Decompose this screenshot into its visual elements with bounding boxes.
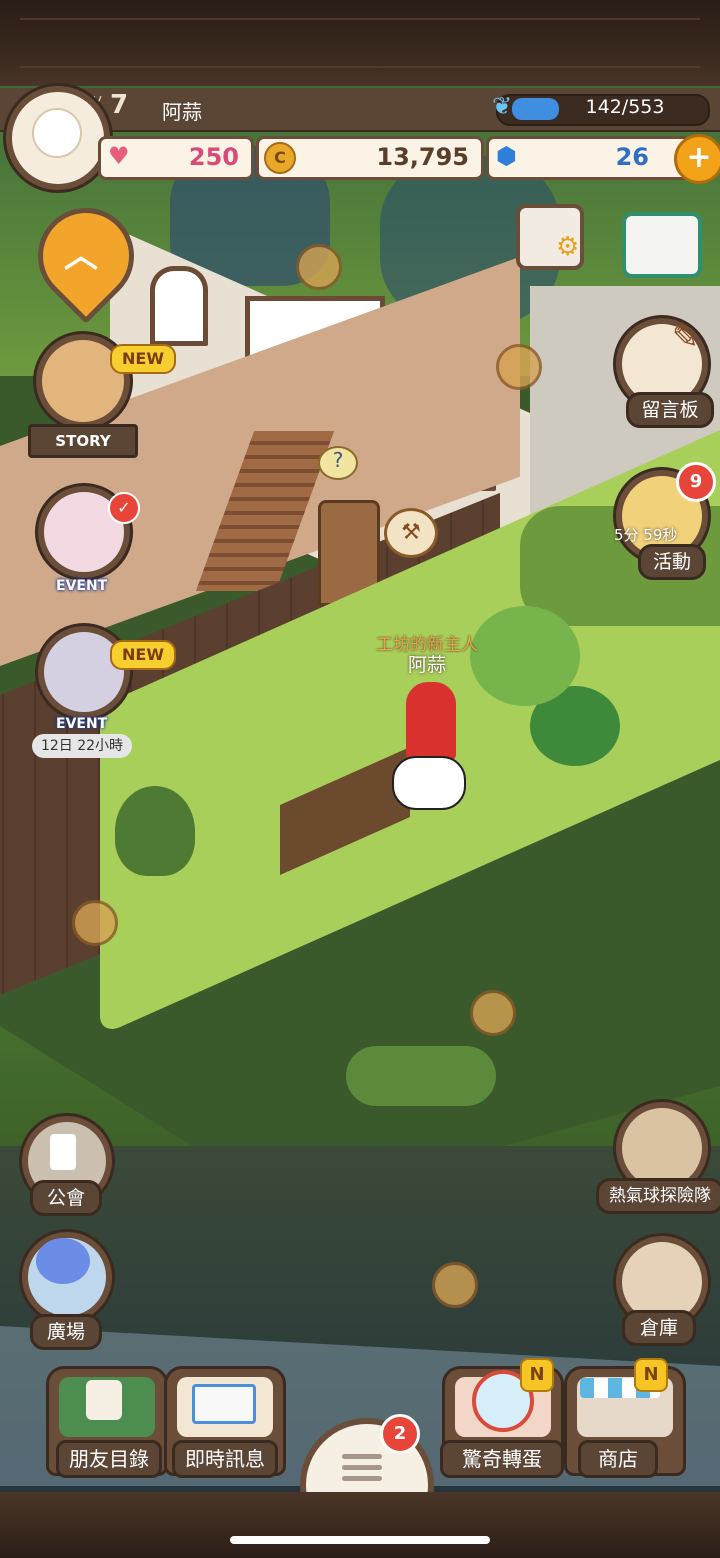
story-label: STORY xyxy=(28,424,138,458)
experience-leaf-icon: ❦ xyxy=(492,92,513,120)
player-name: 阿蒜 xyxy=(162,100,202,124)
tree-icon xyxy=(36,1238,90,1284)
pin-marker-icon[interactable] xyxy=(72,900,118,946)
gem-icon: ⬢ xyxy=(496,142,517,170)
gear-icon: ⚙ xyxy=(556,232,580,262)
decor-cube-button[interactable] xyxy=(622,212,702,278)
gold-value: 13,795 xyxy=(376,143,469,171)
shop-label: 商店 xyxy=(578,1440,658,1478)
message-board-label: 留言板 xyxy=(626,392,714,428)
shop-new-badge: N xyxy=(634,1358,668,1392)
warehouse-label: 倉庫 xyxy=(622,1310,696,1346)
event-button-2[interactable] xyxy=(38,626,130,718)
player-character[interactable] xyxy=(406,682,456,762)
tool-marker-icon[interactable]: ⚒ xyxy=(384,508,438,558)
check-icon: ✓ xyxy=(108,492,140,524)
event-1-label: EVENT xyxy=(56,578,108,594)
event-2-label: EVENT xyxy=(56,716,108,732)
npc-name: 阿蒜 xyxy=(408,654,447,676)
activity-badge: 9 xyxy=(676,462,716,502)
gacha-label: 驚奇轉蛋 xyxy=(440,1440,564,1478)
activity-label: 活動 xyxy=(638,544,706,580)
gems-value: 26 xyxy=(615,143,649,171)
cow[interactable] xyxy=(392,756,466,810)
add-gems-button[interactable]: + xyxy=(674,134,720,184)
pin-marker-icon[interactable] xyxy=(470,990,516,1036)
player-avatar[interactable] xyxy=(6,86,110,190)
hamburger-icon xyxy=(342,1448,382,1487)
plaza-label: 廣場 xyxy=(30,1314,102,1350)
pen-icon: ✎ xyxy=(672,318,699,356)
story-new-tag: NEW xyxy=(110,344,176,374)
chevron-up-icon: ︿ xyxy=(64,236,98,276)
friends-directory-label: 朋友目錄 xyxy=(56,1440,162,1478)
flower-bush[interactable] xyxy=(346,1046,496,1106)
gacha-new-badge: N xyxy=(520,1358,554,1392)
bottom-decorative-frame xyxy=(0,1492,720,1558)
instant-messages-label: 即時訊息 xyxy=(172,1440,278,1478)
heart-icon: ♥ xyxy=(108,142,130,170)
event-2-new-tag: NEW xyxy=(110,640,176,670)
main-menu-badge: 2 xyxy=(380,1414,420,1454)
pin-marker-icon[interactable] xyxy=(432,1262,478,1308)
experience-text: 142/553 xyxy=(585,96,665,118)
avatar-face-icon xyxy=(32,108,82,158)
window xyxy=(150,266,208,346)
balloon-expedition-label: 熱氣球探險隊 xyxy=(596,1178,720,1214)
experience-fill xyxy=(512,98,559,120)
quest-marker-icon[interactable]: ? xyxy=(318,446,358,480)
guild-label: 公會 xyxy=(30,1180,102,1216)
pin-marker-icon[interactable] xyxy=(296,244,342,290)
pine-tree[interactable] xyxy=(115,786,195,876)
home-indicator[interactable] xyxy=(230,1536,490,1544)
activity-timer: 5分 59秒 xyxy=(614,526,678,544)
book-icon xyxy=(86,1380,122,1420)
event-2-timer: 12日 22小時 xyxy=(32,734,132,758)
gold-coin-icon: C xyxy=(264,142,296,174)
message-card-icon xyxy=(192,1384,256,1424)
level-value: 7 xyxy=(110,90,129,120)
pin-marker-icon[interactable] xyxy=(496,344,542,390)
top-decorative-frame xyxy=(0,0,720,86)
hearts-value: 250 xyxy=(188,143,239,171)
orange-tree[interactable] xyxy=(470,606,580,706)
lock-icon xyxy=(50,1134,76,1170)
